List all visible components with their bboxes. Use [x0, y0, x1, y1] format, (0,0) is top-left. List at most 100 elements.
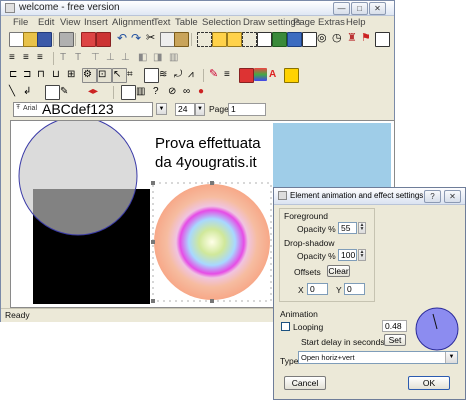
effects-icon[interactable]: ≋	[159, 68, 172, 81]
doc-icon[interactable]	[45, 85, 60, 100]
image-icon[interactable]	[287, 32, 302, 47]
record-icon[interactable]: ●	[198, 85, 211, 98]
gray-circle[interactable]	[18, 121, 138, 236]
delay-input[interactable]: 0.48	[382, 320, 407, 332]
type-select[interactable]: Open horiz+vert ▼	[298, 351, 458, 364]
dialog-close-icon[interactable]: ✕	[444, 190, 461, 203]
delay-dial[interactable]	[414, 306, 460, 352]
pin-icon[interactable]: ♜	[347, 32, 360, 45]
close-icon[interactable]: ✕	[369, 2, 386, 15]
gradient-circle[interactable]	[154, 184, 270, 300]
book-icon[interactable]	[96, 32, 111, 47]
gear-icon[interactable]: ⚙	[82, 68, 97, 83]
table-icon[interactable]	[257, 32, 272, 47]
menu-page[interactable]: Page	[293, 17, 315, 28]
cancel-button[interactable]: Cancel	[284, 376, 326, 390]
maximize-icon[interactable]: □	[351, 2, 368, 15]
link-icon[interactable]: ⊘	[168, 85, 181, 98]
resize-icon[interactable]	[242, 32, 257, 47]
align-center-icon[interactable]: ≡	[23, 51, 36, 64]
rotate-icon[interactable]: ⤾	[174, 68, 187, 81]
fg-opacity-spinner[interactable]: ▲ ▼	[358, 222, 366, 234]
save-icon[interactable]	[37, 32, 52, 47]
pen-icon[interactable]: ✎	[209, 68, 222, 81]
text-style-icon[interactable]: T	[75, 51, 88, 64]
handle-tc[interactable]	[210, 181, 214, 185]
handle-bc[interactable]	[210, 299, 214, 303]
font-selector[interactable]: Ŧ Arial ABCdef123	[13, 102, 153, 117]
align-right-icon[interactable]: ≡	[37, 51, 50, 64]
menu-alignment[interactable]: Alignment	[112, 17, 154, 28]
note-icon[interactable]: ✎	[60, 85, 73, 98]
paste-icon[interactable]	[174, 32, 189, 47]
y-offset-input[interactable]: 0	[344, 283, 365, 295]
menu-file[interactable]: File	[13, 17, 28, 28]
columns-icon[interactable]: ▥	[136, 85, 149, 98]
handle-tl[interactable]	[151, 181, 155, 185]
arrange-top-icon[interactable]: ⊓	[37, 68, 50, 81]
palette-icon[interactable]	[254, 68, 267, 81]
fill-color-icon[interactable]	[239, 68, 254, 83]
curve-tool-icon[interactable]: ↲	[23, 85, 36, 98]
menu-insert[interactable]: Insert	[84, 17, 108, 28]
line-color-icon[interactable]	[284, 68, 299, 83]
flag-icon[interactable]: ⚑	[361, 32, 374, 45]
copy-icon[interactable]	[160, 32, 175, 47]
grid-snap-icon[interactable]: ⊞	[67, 68, 80, 81]
table-insert-icon[interactable]	[121, 85, 136, 100]
text-color-icon[interactable]: A	[269, 68, 282, 81]
undo-icon[interactable]: ↶	[117, 32, 130, 45]
menu-extras[interactable]: Extras	[318, 17, 345, 28]
export-icon[interactable]	[81, 32, 96, 47]
distribute-icon[interactable]: ▥	[169, 51, 182, 64]
clear-button[interactable]: Clear	[327, 265, 350, 277]
menu-edit[interactable]: Edit	[38, 17, 54, 28]
menu-selection[interactable]: Selection	[202, 17, 241, 28]
canvas-text-box[interactable]: Prova effettuata da 4yougratis.it	[155, 134, 261, 172]
checklist-icon[interactable]	[375, 32, 390, 47]
arrange-bottom-icon[interactable]: ⊔	[52, 68, 65, 81]
help-icon[interactable]: ?	[153, 85, 166, 98]
font-size-input[interactable]: 24	[175, 103, 195, 116]
align-left-icon[interactable]: ≡	[9, 51, 22, 64]
select-all-icon[interactable]	[197, 32, 212, 47]
layers-icon[interactable]	[302, 32, 317, 47]
font-dropdown-button[interactable]: ▼	[156, 103, 167, 115]
new-doc-icon[interactable]	[9, 32, 24, 47]
format-icon[interactable]: ⩘	[188, 68, 201, 81]
handle-ml[interactable]	[151, 240, 155, 244]
dialog-help-icon[interactable]: ?	[424, 190, 441, 203]
menu-view[interactable]: View	[60, 17, 80, 28]
fg-opacity-input[interactable]: 55	[338, 222, 357, 234]
shapes-icon[interactable]: ⊡	[97, 68, 112, 83]
redo-icon[interactable]: ↷	[131, 32, 144, 45]
clock-icon[interactable]: ◷	[332, 32, 345, 45]
shadow-opacity-spinner[interactable]: ▲ ▼	[358, 249, 366, 261]
font-size-dropdown[interactable]: ▼	[195, 103, 205, 116]
grid-icon[interactable]	[272, 32, 287, 47]
valign-mid-icon[interactable]: ⊥	[106, 51, 119, 64]
arrows-icon[interactable]: ◂▸	[88, 85, 108, 98]
ok-button[interactable]: OK	[408, 376, 450, 390]
group-icon[interactable]	[212, 32, 227, 47]
pointer-icon[interactable]: ↖	[112, 68, 127, 83]
open-icon[interactable]	[23, 32, 38, 47]
page-number-input[interactable]: 1	[228, 103, 266, 116]
menu-text[interactable]: Text	[153, 17, 170, 28]
valign-bottom-icon[interactable]: ⊥	[121, 51, 134, 64]
arrange-left-icon[interactable]: ⊏	[9, 68, 22, 81]
bring-front-icon[interactable]: ◧	[138, 51, 151, 64]
send-back-icon[interactable]: ◨	[153, 51, 166, 64]
text-size-icon[interactable]: T	[60, 51, 73, 64]
print-icon[interactable]	[59, 32, 74, 47]
shadow-opacity-input[interactable]: 100	[338, 249, 357, 261]
arrange-right-icon[interactable]: ⊐	[23, 68, 36, 81]
picture-icon[interactable]	[144, 68, 159, 83]
looping-checkbox[interactable]	[281, 322, 290, 331]
set-button[interactable]: Set	[384, 334, 406, 346]
cut-icon[interactable]: ✂	[146, 32, 159, 45]
line-width-icon[interactable]: ≡	[224, 68, 237, 81]
minimize-icon[interactable]: —	[333, 2, 350, 15]
crop-icon[interactable]: ⌗	[127, 68, 140, 81]
handle-bl[interactable]	[151, 299, 155, 303]
